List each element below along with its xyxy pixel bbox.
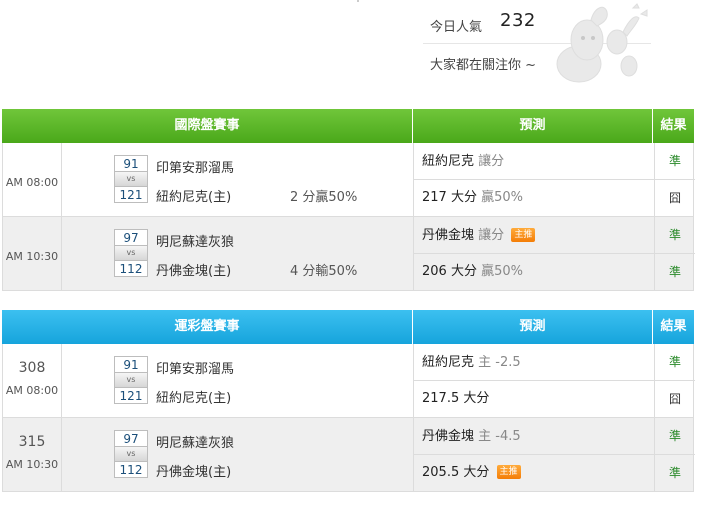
result-total: 囧	[654, 180, 695, 216]
away-team: 明尼蘇達灰狼	[156, 436, 235, 451]
vs-label: vs	[114, 246, 148, 260]
prediction-total: 217.5 大分	[414, 381, 654, 417]
prediction-main: 丹佛金塊	[422, 228, 475, 243]
home-score: 121	[114, 387, 148, 404]
prediction-sub: 讓分	[478, 154, 505, 169]
vs-label: vs	[114, 447, 148, 461]
away-team: 印第安那溜馬	[156, 362, 235, 377]
match-time-cell: 315 AM 10:30	[3, 418, 62, 491]
visitors-label: 今日人氣	[430, 20, 483, 35]
away-team: 印第安那溜馬	[156, 161, 235, 176]
prediction-main: 205.5 大分	[422, 465, 490, 480]
event-header: 國際盤賽事	[2, 109, 413, 143]
home-score: 121	[114, 186, 148, 203]
result-total: 準	[654, 455, 695, 491]
away-score: 91	[114, 155, 148, 172]
away-team: 明尼蘇達灰狼	[156, 235, 235, 250]
result-spread: 準	[654, 418, 695, 455]
home-team: 紐約尼克(主)	[156, 391, 232, 406]
home-team: 丹佛金塊(主)	[156, 465, 232, 480]
scorebox: 97 vs 112	[114, 229, 148, 277]
match-info: 97 vs 112 明尼蘇達灰狼 丹佛金塊(主) 4 分輸50%	[62, 217, 414, 290]
match-time-cell: AM 10:30	[3, 217, 62, 290]
mascot-illustration	[556, 3, 648, 83]
result-spread: 準	[654, 344, 695, 381]
away-score: 91	[114, 356, 148, 373]
scorebox: 91 vs 121	[114, 356, 148, 404]
visitors-count: 232	[500, 10, 536, 31]
match-number: 308	[18, 360, 46, 376]
prediction-sub: 主 -4.5	[478, 429, 521, 444]
visitor-stats: 今日人氣 232 大家都在關注你 ~	[423, 0, 719, 88]
featured-badge: 主推	[511, 227, 536, 242]
result-header: 結果	[653, 109, 694, 143]
result-spread: 準	[654, 217, 695, 254]
result-spread: 準	[654, 143, 695, 180]
featured-badge: 主推	[496, 464, 521, 479]
scorebox: 91 vs 121	[114, 155, 148, 203]
prediction-total: 217 大分 贏50%	[414, 180, 654, 216]
match-info: 91 vs 121 印第安那溜馬 紐約尼克(主)	[62, 344, 414, 417]
match-info: 91 vs 121 印第安那溜馬 紐約尼克(主) 2 分贏50%	[62, 143, 414, 216]
vs-label: vs	[114, 172, 148, 186]
result-total: 準	[654, 254, 695, 290]
home-score: 112	[114, 461, 148, 478]
prediction-spread: 丹佛金塊 主 -4.5	[414, 418, 654, 455]
prediction-header: 預測	[413, 310, 653, 344]
prediction-sub: 讓分	[478, 228, 505, 243]
home-score: 112	[114, 260, 148, 277]
prediction-main: 206 大分	[422, 264, 477, 279]
prediction-header: 預測	[413, 109, 653, 143]
prediction-main: 紐約尼克	[422, 355, 475, 370]
event-header: 運彩盤賽事	[2, 310, 413, 344]
prediction-spread: 丹佛金塊 讓分 主推	[414, 217, 654, 254]
table-header: 運彩盤賽事 預測 結果	[2, 310, 694, 344]
home-team: 丹佛金塊(主)	[156, 264, 232, 279]
prediction-spread: 紐約尼克 主 -2.5	[414, 344, 654, 381]
prediction-sub: 贏50%	[481, 264, 523, 279]
decorative-dot	[357, 0, 359, 2]
away-score: 97	[114, 229, 148, 246]
prediction-spread: 紐約尼克 讓分	[414, 143, 654, 180]
prediction-main: 217.5 大分	[422, 391, 490, 406]
prediction-sub: 贏50%	[481, 190, 523, 205]
prediction-total: 206 大分 贏50%	[414, 254, 654, 290]
match-time: AM 08:00	[5, 176, 59, 189]
prediction-sub: 主 -2.5	[478, 355, 521, 370]
match-row: 308 AM 08:00 91 vs 121 印第安那溜馬 紐約尼克(主) 紐約…	[2, 344, 695, 418]
home-team: 紐約尼克(主)	[156, 190, 232, 205]
handicap-tip: 2 分贏50%	[290, 190, 358, 205]
match-time: AM 08:00	[5, 384, 59, 397]
match-number: 315	[18, 434, 46, 450]
vs-label: vs	[114, 373, 148, 387]
match-row: 315 AM 10:30 97 vs 112 明尼蘇達灰狼 丹佛金塊(主) 丹佛…	[2, 418, 695, 492]
match-time-cell: 308 AM 08:00	[3, 344, 62, 417]
table-header: 國際盤賽事 預測 結果	[2, 109, 694, 143]
match-info: 97 vs 112 明尼蘇達灰狼 丹佛金塊(主)	[62, 418, 414, 491]
result-total: 囧	[654, 381, 695, 417]
prediction-total: 205.5 大分 主推	[414, 455, 654, 491]
match-time-cell: AM 08:00	[3, 143, 62, 216]
match-row: AM 08:00 91 vs 121 印第安那溜馬 紐約尼克(主) 2 分贏50…	[2, 143, 695, 217]
match-row: AM 10:30 97 vs 112 明尼蘇達灰狼 丹佛金塊(主) 4 分輸50…	[2, 217, 695, 291]
scorebox: 97 vs 112	[114, 430, 148, 478]
match-time: AM 10:30	[5, 458, 59, 471]
prediction-main: 丹佛金塊	[422, 429, 475, 444]
match-time: AM 10:30	[5, 250, 59, 263]
prediction-main: 紐約尼克	[422, 154, 475, 169]
prediction-main: 217 大分	[422, 190, 477, 205]
follow-text: 大家都在關注你 ~	[430, 58, 537, 73]
result-header: 結果	[653, 310, 694, 344]
away-score: 97	[114, 430, 148, 447]
handicap-tip: 4 分輸50%	[290, 264, 358, 279]
